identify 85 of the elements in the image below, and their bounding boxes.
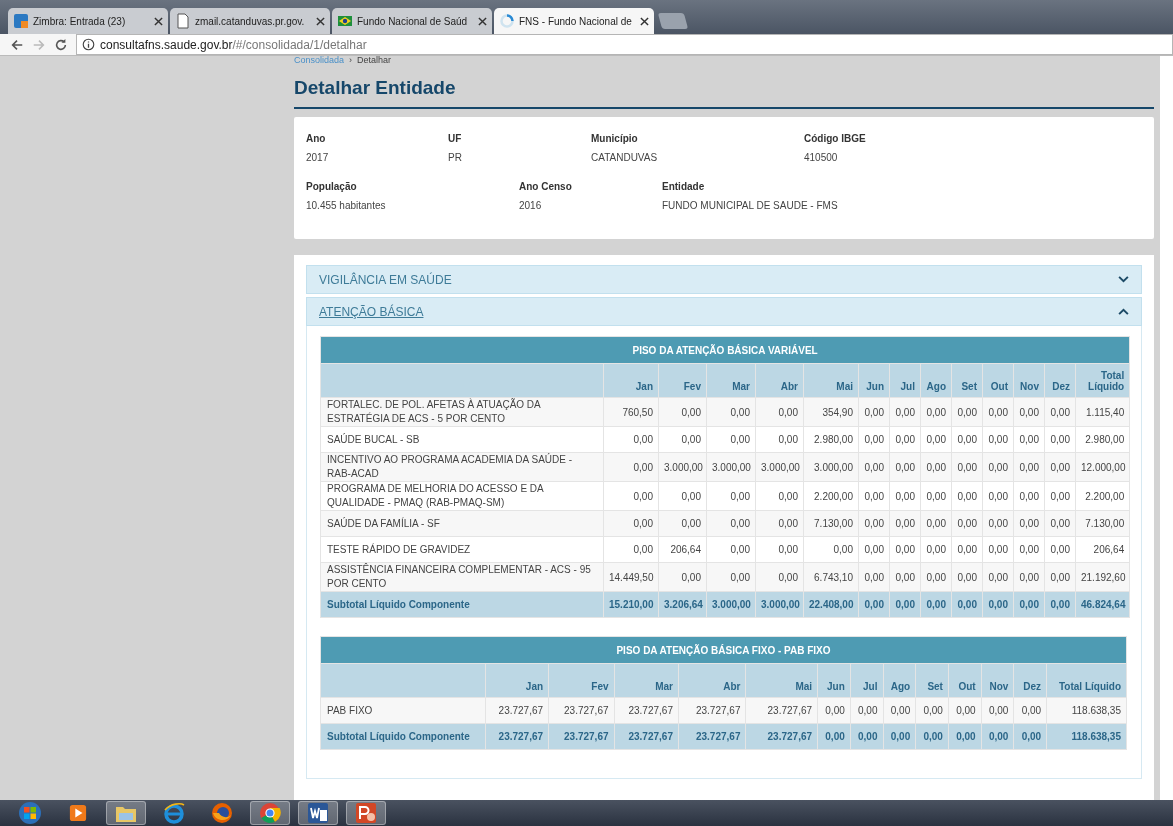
reload-icon[interactable] xyxy=(54,37,68,52)
browser-e-icon xyxy=(163,802,185,824)
field-label: Ano Censo xyxy=(519,181,573,192)
field-label: População xyxy=(306,181,358,192)
chevron-up-icon xyxy=(1118,308,1129,315)
tab-title: FNS - Fundo Nacional de xyxy=(519,15,633,27)
table-title: PISO DA ATENÇÃO BÁSICA VARIÁVEL xyxy=(320,336,1130,364)
presentation-icon xyxy=(355,802,377,824)
chrome-logo-icon xyxy=(259,802,281,824)
column-header: Fev xyxy=(658,363,707,398)
new-tab-button[interactable] xyxy=(657,13,689,29)
column-header: Mar xyxy=(706,363,756,398)
field-label: Ano xyxy=(306,133,327,144)
column-header: Total Líquido xyxy=(1075,363,1130,398)
table-cell: 118.638,35 xyxy=(1046,697,1127,724)
flag-icon xyxy=(337,13,353,29)
subtotal-cell: 23.727,67 xyxy=(745,723,818,750)
info-icon xyxy=(82,38,95,51)
table-cell: 1.115,40 xyxy=(1075,397,1130,427)
table-cell: FORTALEC. DE POL. AFETAS À ATUAÇÃO DA ESTRATÉGIA DE ACS - 5 POR CENTO xyxy=(320,397,604,427)
subtotal-cell: Subtotal Líquido Componente xyxy=(320,723,486,750)
chevron-down-icon xyxy=(1118,276,1129,283)
browser-tab[interactable]: zmail.catanduvas.pr.gov. xyxy=(170,8,330,34)
browser-tab[interactable]: Zimbra: Entrada (23) xyxy=(8,8,168,34)
column-header: Total Líquido xyxy=(1046,663,1127,698)
address-field[interactable]: consultafns.saude.gov.br/#/consolidada/1/detalhar xyxy=(76,34,1173,55)
play-icon xyxy=(69,804,87,822)
breadcrumb-current: Detalhar xyxy=(357,56,392,64)
field-value: 2017 xyxy=(306,152,330,163)
table-cell: PROGRAMA DE MELHORIA DO ACESSO E DA QUALIDADE - PMAQ (RAB-PMAQ-SM) xyxy=(320,481,604,511)
mail-app-icon xyxy=(13,13,29,29)
table-cell: 23.727,67 xyxy=(745,697,818,724)
field-value: FUNDO MUNICIPAL DE SAUDE - FMS xyxy=(662,200,839,211)
tab-title: Fundo Nacional de Saúd xyxy=(357,15,469,27)
table-title: PISO DA ATENÇÃO BÁSICA FIXO - PAB FIXO xyxy=(320,636,1127,664)
accordion-header[interactable]: ATENÇÃO BÁSICA xyxy=(306,297,1142,326)
tab-title: zmail.catanduvas.pr.gov. xyxy=(195,15,306,27)
field-value: 410500 xyxy=(804,152,839,163)
start-orb-icon xyxy=(18,801,42,825)
column-header: Mar xyxy=(614,663,679,698)
column-header: Jan xyxy=(603,363,659,398)
table-cell: INCENTIVO AO PROGRAMA ACADEMIA DA SAÚDE - RAB-ACAD xyxy=(320,452,604,482)
field-value: 2016 xyxy=(519,200,543,211)
browser-tab[interactable]: Fundo Nacional de Saúd xyxy=(332,8,492,34)
page-icon xyxy=(175,13,191,29)
table-cell: 12.000,00 xyxy=(1075,452,1130,482)
close-icon[interactable] xyxy=(154,16,163,26)
close-icon[interactable] xyxy=(316,16,325,26)
table-cell: ASSISTÊNCIA FINANCEIRA COMPLEMENTAR - ACS - 95 POR CENTO xyxy=(320,562,604,592)
field-value: 10.455 habitantes xyxy=(306,200,387,211)
close-icon[interactable] xyxy=(640,16,649,26)
table-cell: SAÚDE BUCAL - SB xyxy=(320,426,604,453)
field-label: Município xyxy=(591,133,639,144)
field-value: PR xyxy=(448,152,463,163)
taskbar-button[interactable] xyxy=(346,801,386,825)
tab-title: Zimbra: Entrada (23) xyxy=(33,15,127,27)
subtotal-cell: 23.727,67 xyxy=(678,723,746,750)
column-header: Fev xyxy=(548,663,615,698)
field-value: CATANDUVAS xyxy=(591,152,659,163)
table-cell: SAÚDE DA FAMÍLIA - SF xyxy=(320,510,604,537)
accordion-header[interactable]: VIGILÂNCIA EM SAÚDE xyxy=(306,265,1142,294)
table-cell: 23.727,67 xyxy=(678,697,746,724)
field-label: Entidade xyxy=(662,181,706,192)
column-header: Abr xyxy=(678,663,746,698)
table-cell: 2.200,00 xyxy=(1075,481,1130,511)
subtotal-cell: Subtotal Líquido Componente xyxy=(320,591,604,618)
column-header: Mai xyxy=(745,663,818,698)
breadcrumb-separator: › xyxy=(349,56,353,64)
table-cell: 21.192,60 xyxy=(1075,562,1130,592)
column-header: Jan xyxy=(485,663,549,698)
taskbar-button[interactable] xyxy=(298,801,338,825)
column-header: Mai xyxy=(803,363,859,398)
browser-tab[interactable]: FNS - Fundo Nacional de xyxy=(494,8,654,34)
close-icon[interactable] xyxy=(478,16,487,26)
back-arrow-icon[interactable] xyxy=(10,37,24,52)
field-label: UF xyxy=(448,133,463,144)
table-cell: TESTE RÁPIDO DE GRAVIDEZ xyxy=(320,536,604,563)
page-title: Detalhar Entidade xyxy=(294,64,1154,109)
word-document-icon xyxy=(307,802,329,824)
table-cell: PAB FIXO xyxy=(320,697,486,724)
subtotal-cell: 118.638,35 xyxy=(1046,723,1127,750)
column-header: Abr xyxy=(755,363,804,398)
loading-spinner-icon xyxy=(499,13,515,29)
field-label: Código IBGE xyxy=(804,133,867,144)
fox-globe-icon xyxy=(211,802,233,824)
